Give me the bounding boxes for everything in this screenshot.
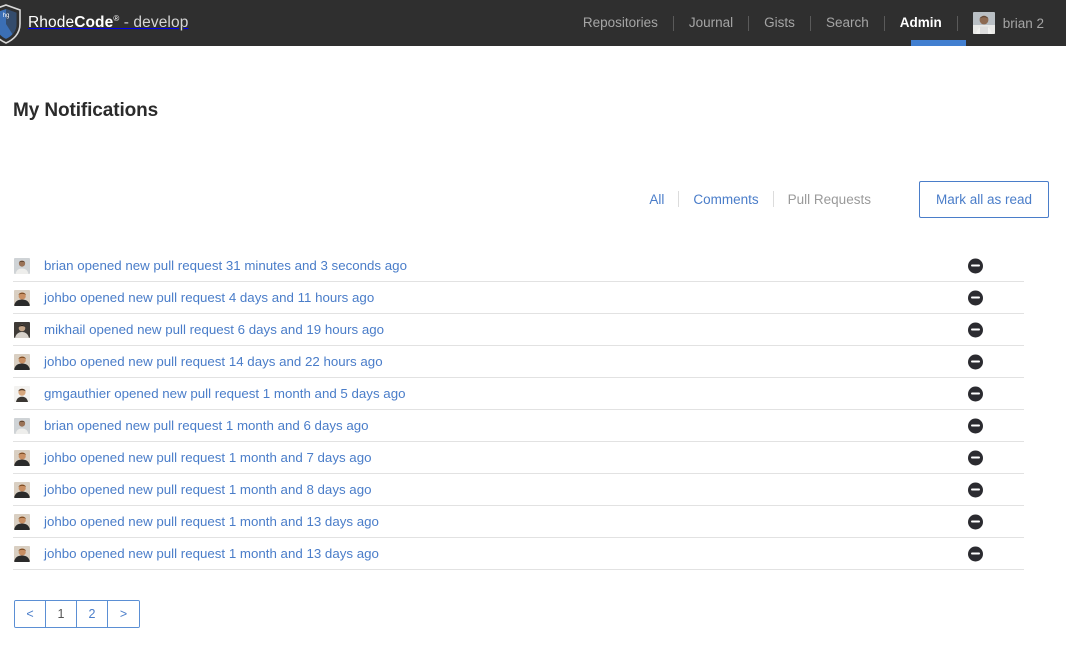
notification-row[interactable]: brian opened new pull request 1 month an… [13, 410, 1024, 442]
notification-link[interactable]: johbo opened new pull request 14 days an… [44, 354, 383, 369]
user-avatar [973, 12, 995, 34]
nav-item-journal[interactable]: Journal [674, 0, 748, 46]
minus-circle-icon[interactable] [968, 482, 983, 497]
minus-circle-icon[interactable] [968, 418, 983, 433]
notification-link[interactable]: gmgauthier opened new pull request 1 mon… [44, 386, 405, 401]
page-title: My Notifications [13, 46, 1053, 122]
brand-edition: develop [133, 14, 188, 31]
notification-row[interactable]: johbo opened new pull request 1 month an… [13, 474, 1024, 506]
minus-circle-icon[interactable] [968, 258, 983, 273]
filter-tab-all[interactable]: All [635, 192, 678, 207]
page-content: My Notifications All Comments Pull Reque… [0, 46, 1066, 628]
notification-row[interactable]: johbo opened new pull request 1 month an… [13, 506, 1024, 538]
user-menu[interactable]: brian 2 [958, 12, 1044, 34]
active-nav-indicator [911, 40, 966, 46]
pagination-page-2[interactable]: 2 [77, 601, 108, 627]
brand-name-part2: Code [74, 14, 113, 31]
pagination: < 1 2 > [14, 600, 140, 628]
mark-all-as-read-button[interactable]: Mark all as read [919, 181, 1049, 218]
notifications-list: brian opened new pull request 31 minutes… [13, 250, 1024, 570]
notification-link[interactable]: brian opened new pull request 31 minutes… [44, 258, 407, 273]
avatar-johbo [14, 482, 30, 498]
pagination-page-1[interactable]: 1 [46, 601, 77, 627]
notification-row[interactable]: johbo opened new pull request 14 days an… [13, 346, 1024, 378]
brand-text: RhodeCode® - develop [28, 14, 188, 32]
notification-row[interactable]: mikhail opened new pull request 6 days a… [13, 314, 1024, 346]
notification-link[interactable]: johbo opened new pull request 1 month an… [44, 514, 379, 529]
brand-name-part1: Rhode [28, 14, 74, 31]
avatar-johbo [14, 290, 30, 306]
notification-link[interactable]: mikhail opened new pull request 6 days a… [44, 322, 384, 337]
pagination-next[interactable]: > [108, 601, 139, 627]
user-name: brian 2 [1003, 16, 1044, 31]
notification-link[interactable]: johbo opened new pull request 4 days and… [44, 290, 374, 305]
top-navigation-bar: hg RhodeCode® - develop Repositories Jou… [0, 0, 1066, 46]
notification-row[interactable]: johbo opened new pull request 1 month an… [13, 442, 1024, 474]
avatar-johbo [14, 514, 30, 530]
notification-link[interactable]: johbo opened new pull request 1 month an… [44, 482, 372, 497]
nav-item-gists[interactable]: Gists [749, 0, 810, 46]
pagination-prev[interactable]: < [15, 601, 46, 627]
minus-circle-icon[interactable] [968, 514, 983, 529]
minus-circle-icon[interactable] [968, 354, 983, 369]
notification-row[interactable]: johbo opened new pull request 1 month an… [13, 538, 1024, 570]
nav-item-repositories[interactable]: Repositories [568, 0, 673, 46]
notification-link[interactable]: johbo opened new pull request 1 month an… [44, 546, 379, 561]
avatar-johbo [14, 354, 30, 370]
avatar-johbo [14, 450, 30, 466]
minus-circle-icon[interactable] [968, 290, 983, 305]
brand-home-link[interactable]: hg RhodeCode® - develop [0, 0, 188, 46]
notifications-toolbar: All Comments Pull Requests Mark all as r… [13, 177, 1053, 221]
nav-item-search[interactable]: Search [811, 0, 884, 46]
minus-circle-icon[interactable] [968, 450, 983, 465]
svg-text:hg: hg [3, 13, 10, 19]
avatar-mikhail [14, 322, 30, 338]
notification-row[interactable]: johbo opened new pull request 4 days and… [13, 282, 1024, 314]
main-nav: Repositories Journal Gists Search Admin … [568, 0, 1066, 46]
filter-tab-comments[interactable]: Comments [679, 192, 772, 207]
notification-row[interactable]: brian opened new pull request 31 minutes… [13, 250, 1024, 282]
brand-dash: - [119, 14, 133, 31]
avatar-brian [14, 418, 30, 434]
avatar-gmgauthier [14, 386, 30, 402]
notification-link[interactable]: johbo opened new pull request 1 month an… [44, 450, 372, 465]
notification-link[interactable]: brian opened new pull request 1 month an… [44, 418, 369, 433]
filter-tab-pull-requests[interactable]: Pull Requests [774, 192, 885, 207]
notification-row[interactable]: gmgauthier opened new pull request 1 mon… [13, 378, 1024, 410]
minus-circle-icon[interactable] [968, 386, 983, 401]
minus-circle-icon[interactable] [968, 322, 983, 337]
avatar-brian [14, 258, 30, 274]
shield-logo-icon: hg [0, 4, 21, 44]
avatar-johbo [14, 546, 30, 562]
minus-circle-icon[interactable] [968, 546, 983, 561]
